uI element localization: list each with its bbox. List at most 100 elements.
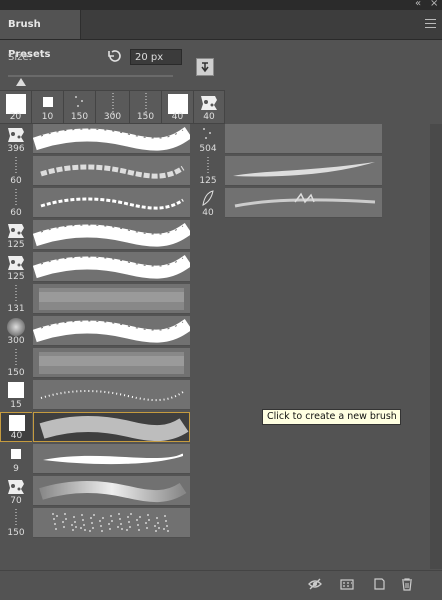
brush-size-label: 9 bbox=[13, 464, 19, 474]
brush-thumbnail: 9 bbox=[0, 444, 32, 474]
grid-icon[interactable] bbox=[340, 577, 354, 591]
new-preset-icon[interactable] bbox=[196, 58, 214, 76]
brush-size-label: 504 bbox=[199, 144, 217, 154]
brush-stroke-preview bbox=[32, 124, 193, 154]
recent-brush-4[interactable]: 150 bbox=[130, 91, 162, 123]
brush-size-label: 125 bbox=[7, 240, 25, 250]
close-icon[interactable]: × bbox=[430, 0, 438, 9]
recent-brushes-strip: 20 10 150 300 150 40 40 bbox=[0, 90, 225, 124]
brush-size-label: 300 bbox=[7, 336, 25, 346]
brush-size-label: 131 bbox=[7, 304, 25, 314]
brush-thumbnail: 40 bbox=[0, 412, 32, 442]
tooltip: Click to create a new brush bbox=[262, 409, 401, 425]
brush-stroke-preview bbox=[33, 508, 190, 538]
brush-stroke-preview bbox=[33, 444, 190, 474]
brush-preset-item[interactable]: 131 bbox=[0, 284, 191, 314]
brush-thumbnail: 131 bbox=[0, 284, 32, 314]
brush-preset-item[interactable]: 60 bbox=[0, 188, 191, 218]
brush-thumbnail: 60 bbox=[0, 156, 32, 186]
recent-brush-size: 10 bbox=[41, 112, 54, 122]
collapse-icon[interactable]: « bbox=[415, 0, 421, 9]
panel-menu-icon[interactable] bbox=[425, 19, 436, 28]
recent-brush-5[interactable]: 40 bbox=[162, 91, 194, 123]
recent-brush-size: 20 bbox=[9, 112, 22, 122]
tab-brush-presets[interactable]: Brush Presets bbox=[0, 10, 81, 60]
brush-thumbnail: 300 bbox=[0, 316, 32, 346]
brush-size-label: 40 bbox=[10, 431, 23, 441]
brush-thumbnail: 125 bbox=[0, 252, 32, 282]
new-brush-icon[interactable] bbox=[372, 577, 386, 591]
brush-preset-item[interactable]: 15 bbox=[0, 380, 191, 410]
brush-preset-item[interactable]: 125 bbox=[0, 252, 193, 282]
panel-footer bbox=[0, 570, 442, 599]
brush-preset-item[interactable]: 40 bbox=[192, 188, 382, 218]
brush-size-label: 125 bbox=[199, 176, 217, 186]
brush-stroke-preview bbox=[225, 156, 382, 186]
brush-preset-item[interactable]: 125 bbox=[0, 220, 193, 250]
brush-preset-list: 396 60 60 125 125 131 300 150 15 40 9 70 150 504 125 40 bbox=[0, 124, 430, 569]
recent-brush-0[interactable]: 20 bbox=[0, 91, 32, 123]
brush-size-label: 125 bbox=[7, 272, 25, 282]
recent-brush-6[interactable]: 40 bbox=[194, 91, 225, 123]
brush-stroke-preview bbox=[32, 252, 193, 282]
brush-thumbnail: 504 bbox=[192, 124, 224, 154]
recent-brush-size: 40 bbox=[203, 112, 215, 122]
brush-preset-item[interactable]: 150 bbox=[0, 348, 191, 378]
recent-brush-size: 150 bbox=[136, 112, 155, 122]
size-slider-track[interactable] bbox=[8, 75, 173, 77]
size-slider-thumb[interactable] bbox=[16, 78, 26, 86]
list-scrollbar[interactable] bbox=[430, 124, 442, 569]
recent-brush-1[interactable]: 10 bbox=[32, 91, 64, 123]
brush-thumbnail: 15 bbox=[0, 380, 32, 410]
eye-icon[interactable] bbox=[308, 577, 322, 591]
square-small-tip-icon bbox=[42, 93, 54, 112]
brush-size-label: 40 bbox=[202, 208, 214, 218]
brush-stroke-preview bbox=[225, 124, 382, 154]
size-label: Size: bbox=[8, 52, 32, 63]
recent-brush-size: 40 bbox=[171, 112, 184, 122]
brush-thumbnail: 125 bbox=[0, 220, 32, 250]
brush-preset-item[interactable]: 150 bbox=[0, 508, 191, 538]
brush-stroke-preview bbox=[33, 476, 190, 506]
brush-thumbnail: 150 bbox=[0, 348, 32, 378]
brush-stroke-preview bbox=[33, 284, 190, 314]
brush-stroke-preview bbox=[33, 348, 190, 378]
recent-brush-size: 150 bbox=[70, 112, 89, 122]
brush-size-label: 60 bbox=[10, 176, 22, 186]
square-small-tip-icon bbox=[10, 445, 22, 464]
brush-preset-item[interactable]: 396 bbox=[0, 124, 193, 154]
trash-icon[interactable] bbox=[400, 577, 414, 591]
brush-preset-item[interactable]: 300 bbox=[0, 316, 193, 346]
brush-stroke-preview bbox=[33, 188, 190, 218]
brush-preset-item[interactable]: 504 bbox=[192, 124, 382, 154]
brush-thumbnail: 396 bbox=[0, 124, 32, 154]
brush-thumbnail: 60 bbox=[0, 188, 32, 218]
brush-preset-item[interactable]: 40 bbox=[0, 412, 191, 442]
reset-icon[interactable] bbox=[106, 48, 122, 64]
brush-preset-item[interactable]: 70 bbox=[0, 476, 191, 506]
recent-brush-2[interactable]: 150 bbox=[64, 91, 96, 123]
brush-thumbnail: 70 bbox=[0, 476, 32, 506]
brush-size-label: 396 bbox=[7, 144, 25, 154]
recent-brush-3[interactable]: 300 bbox=[96, 91, 130, 123]
brush-size-label: 70 bbox=[10, 496, 22, 506]
brush-size-label: 60 bbox=[10, 208, 22, 218]
brush-preset-item[interactable]: 60 bbox=[0, 156, 191, 186]
brush-preset-item[interactable]: 125 bbox=[192, 156, 382, 186]
brush-size-label: 150 bbox=[7, 528, 25, 538]
brush-stroke-preview bbox=[225, 188, 382, 218]
panel-top-strip: « × bbox=[0, 0, 442, 10]
brush-stroke-preview bbox=[33, 380, 190, 410]
brush-size-label: 15 bbox=[10, 400, 22, 410]
brush-stroke-preview bbox=[32, 220, 193, 250]
brush-preset-item[interactable]: 9 bbox=[0, 444, 191, 474]
recent-brush-size: 300 bbox=[103, 112, 122, 122]
brush-thumbnail: 150 bbox=[0, 508, 32, 538]
brush-thumbnail: 40 bbox=[192, 188, 224, 218]
tab-bar: Brush Presets bbox=[0, 10, 442, 60]
brush-stroke-preview bbox=[33, 412, 190, 442]
size-input[interactable] bbox=[130, 49, 182, 65]
brush-thumbnail: 125 bbox=[192, 156, 224, 186]
brush-stroke-preview bbox=[32, 316, 193, 346]
brush-stroke-preview bbox=[33, 156, 190, 186]
